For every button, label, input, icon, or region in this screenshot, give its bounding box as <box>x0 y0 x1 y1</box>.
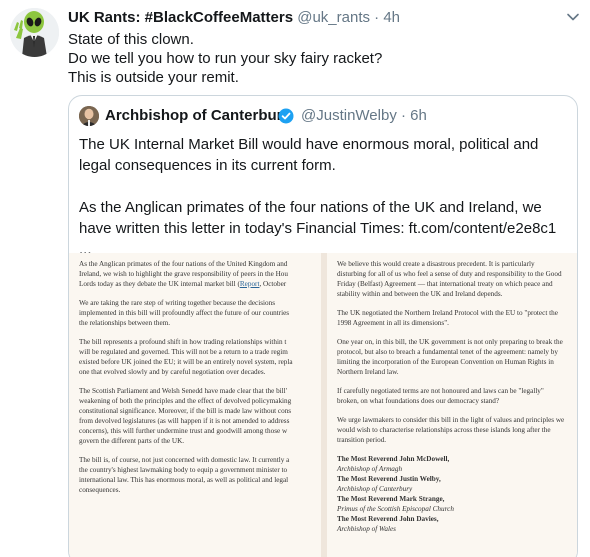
quoted-timestamp[interactable]: 6h <box>410 107 427 124</box>
quoted-avatar[interactable] <box>79 106 99 126</box>
letter-paragraph: As the Anglican primates of the four nat… <box>79 260 288 288</box>
letter-paragraph: The bill represents a profound shift in … <box>79 338 293 376</box>
letter-paragraph: If carefully negotiated terms are not ho… <box>337 387 544 405</box>
letter-paragraph: We are taking the rare step of writing t… <box>79 299 290 327</box>
display-name[interactable]: UK Rants: #BlackCoffeeMatters <box>68 9 293 26</box>
letter-paragraph: The Scottish Parliament and Welsh Senedd… <box>79 387 292 445</box>
user-handle[interactable]: @uk_rants <box>297 9 370 26</box>
tweet-line: State of this clown. <box>68 31 194 48</box>
signatory-name: The Most Reverend John McDowell, <box>337 455 450 463</box>
signatory-name: The Most Reverend Justin Welby, <box>337 475 441 483</box>
tweet[interactable]: UK Rants: #BlackCoffeeMatters @uk_rants … <box>0 0 590 557</box>
quoted-tweet-text: The UK Internal Market Bill would have e… <box>79 134 573 260</box>
separator: · <box>374 9 380 26</box>
signatory-title: Primus of the Scottish Episcopal Church <box>337 505 454 513</box>
letter-paragraph: The bill is, of course, not just concern… <box>79 456 290 494</box>
quoted-meta: @JustinWelby · 6h <box>301 106 427 126</box>
letter-image[interactable]: As the Anglican primates of the four nat… <box>69 253 577 557</box>
signatory-name: The Most Reverend John Davies, <box>337 515 439 523</box>
chevron-down-icon[interactable] <box>566 10 580 24</box>
quoted-handle[interactable]: @JustinWelby <box>301 107 397 124</box>
quoted-display-name[interactable]: Archbishop of Canterbury <box>105 106 291 126</box>
signatory-title: Archbishop of Wales <box>337 525 396 533</box>
quoted-line: legal consequences in its current form. <box>79 157 336 174</box>
letter-column-right: We believe this would create a disastrou… <box>327 253 577 557</box>
tweet-line: Do we tell you how to run your sky fairy… <box>68 50 383 67</box>
signatories: The Most Reverend John McDowell, Archbis… <box>337 454 577 534</box>
tweet-text: State of this clown. Do we tell you how … <box>68 30 382 87</box>
signatory-name: The Most Reverend Mark Strange, <box>337 495 445 503</box>
letter-paragraph: We believe this would create a disastrou… <box>337 260 562 298</box>
tweet-line: This is outside your remit. <box>68 69 239 86</box>
letter-paragraph: The UK negotiated the Northern Ireland P… <box>337 309 558 327</box>
letter-paragraph: We urge lawmakers to consider this bill … <box>337 416 565 444</box>
avatar[interactable] <box>10 8 59 57</box>
quoted-line: As the Anglican primates of the four nat… <box>79 199 542 216</box>
quoted-line: The UK Internal Market Bill would have e… <box>79 136 539 153</box>
letter-column-left: As the Anglican primates of the four nat… <box>69 253 321 557</box>
timestamp[interactable]: 4h <box>383 9 400 26</box>
tweet-header: UK Rants: #BlackCoffeeMatters @uk_rants … <box>68 9 400 27</box>
separator: · <box>401 107 406 124</box>
signatory-title: Archbishop of Canterbury <box>337 485 413 493</box>
verified-badge-icon <box>278 108 294 124</box>
alien-avatar-icon <box>10 8 59 57</box>
letter-paragraph: One year on, in this bill, the UK govern… <box>337 338 563 376</box>
signatory-title: Archbishop of Armagh <box>337 465 403 473</box>
quoted-line: have written this letter in today's Fina… <box>79 220 557 237</box>
quoted-tweet[interactable]: Archbishop of Canterbury @JustinWelby · … <box>68 95 578 557</box>
report-link: Report <box>239 280 260 288</box>
